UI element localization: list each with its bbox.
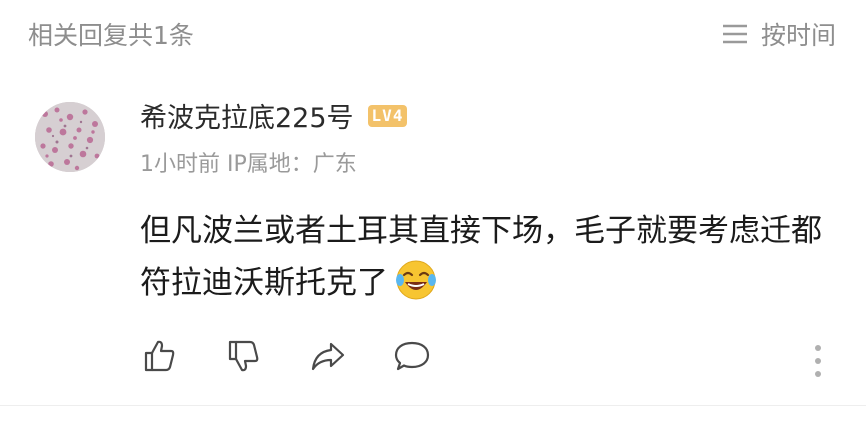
share-icon: [309, 338, 347, 378]
like-button[interactable]: [140, 338, 180, 378]
thumbs-up-icon: [142, 338, 178, 378]
comment-actions: [140, 338, 476, 378]
laughing-crying-emoji-icon: [394, 258, 438, 302]
comment-time: 1小时前: [140, 152, 220, 177]
share-button[interactable]: [308, 338, 348, 378]
reply-count-title: 相关回复共1条: [28, 21, 194, 50]
reply-header: 相关回复共1条 按时间: [0, 0, 866, 70]
comment-icon: [393, 338, 431, 378]
comment-username[interactable]: 希波克拉底225号 LV4: [140, 96, 408, 135]
more-dot-icon: [815, 345, 821, 351]
more-dot-icon: [815, 358, 821, 364]
reply-panel: 相关回复共1条 按时间 希波克拉底225号 LV4 1小时前 IP属地：广东 但…: [0, 0, 866, 427]
more-dot-icon: [815, 371, 821, 377]
username-text[interactable]: 希波克拉底225号: [140, 96, 354, 135]
comment-text: 但凡波兰或者土耳其直接下场，毛子就要考虑迁都符拉迪沃斯托克了: [140, 205, 840, 309]
sort-by-time-button[interactable]: 按时间: [721, 16, 836, 52]
level-badge: LV4: [367, 104, 408, 127]
comment-body: 但凡波兰或者土耳其直接下场，毛子就要考虑迁都符拉迪沃斯托克了: [140, 213, 822, 301]
divider: [0, 405, 866, 406]
avatar[interactable]: [35, 102, 105, 172]
reply-button[interactable]: [392, 338, 432, 378]
more-options-button[interactable]: [812, 345, 824, 377]
thumbs-down-icon: [226, 338, 262, 378]
comment-meta: 1小时前 IP属地：广东: [140, 146, 357, 178]
sort-label: 按时间: [760, 21, 836, 50]
sort-list-icon: [721, 20, 749, 48]
dislike-button[interactable]: [224, 338, 264, 378]
ip-location: IP属地：广东: [227, 152, 357, 177]
